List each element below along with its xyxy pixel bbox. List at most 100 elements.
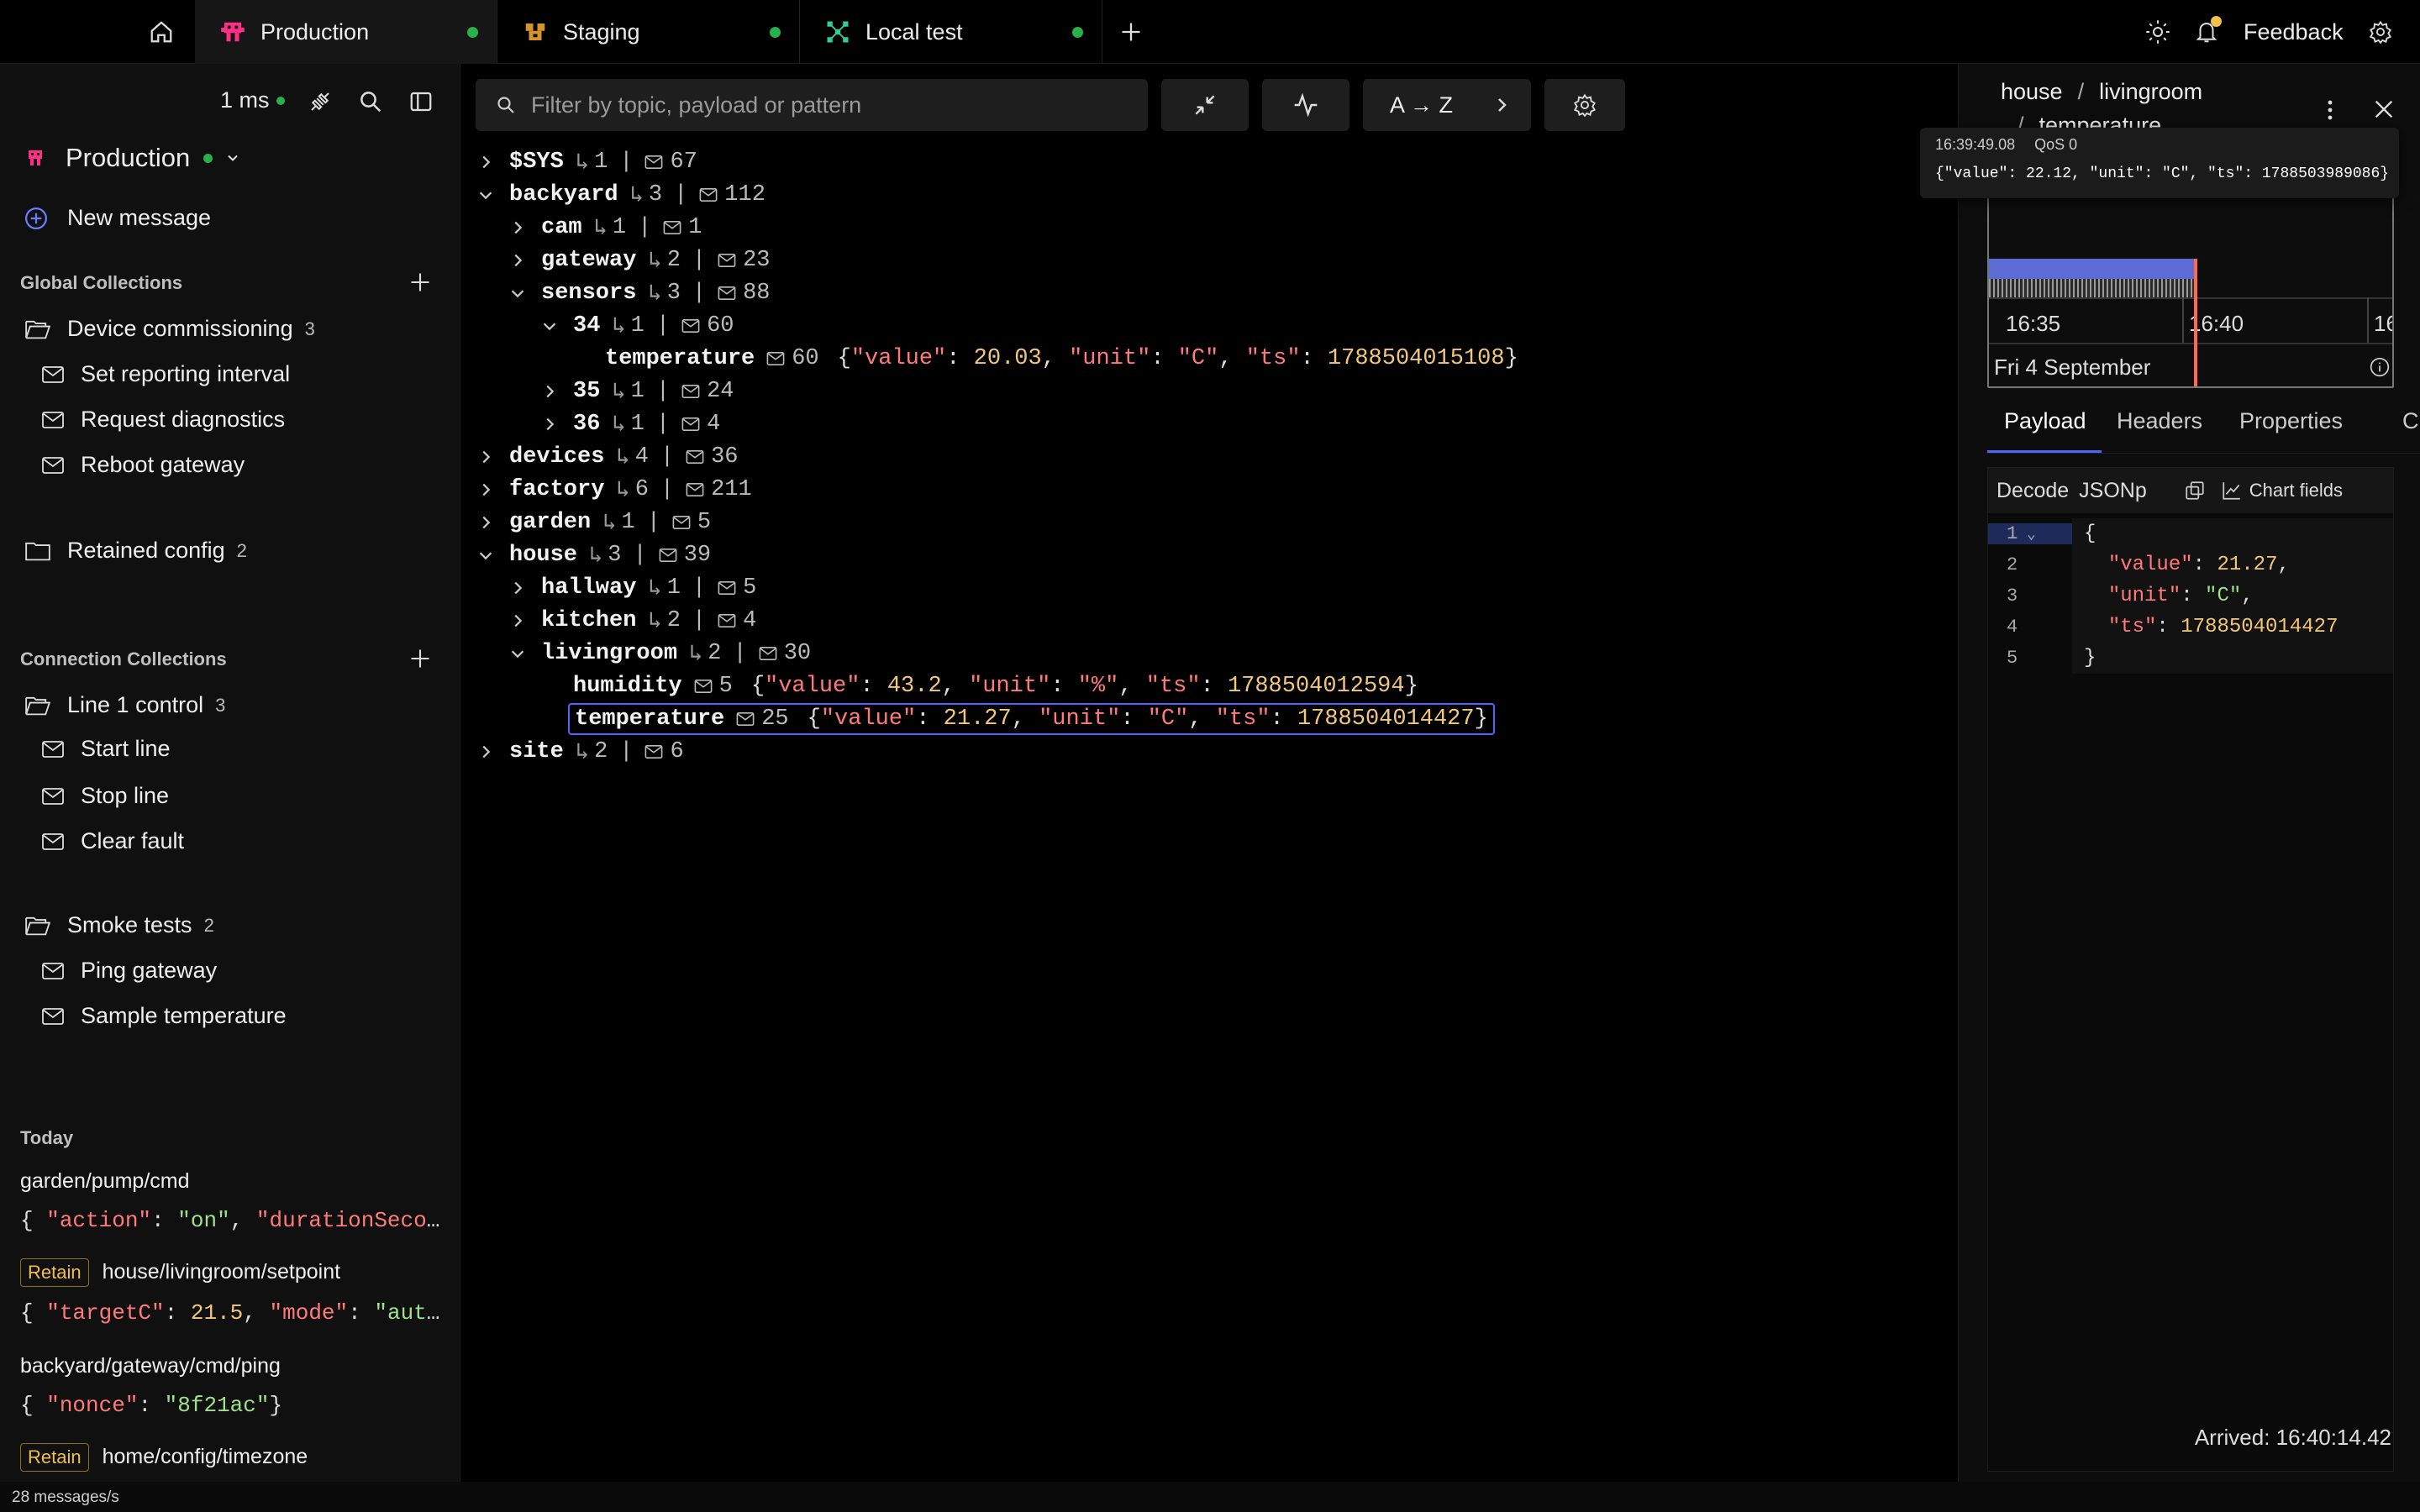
tree-settings-button[interactable] [1544,79,1625,131]
sidebar-toggle-icon[interactable] [408,89,434,114]
chevron-down-icon[interactable] [539,316,560,336]
settings-gear-icon[interactable] [2364,20,2397,44]
fold-chevron-icon[interactable]: ⌄ [2027,525,2036,543]
activity-button[interactable] [1262,79,1349,131]
chevron-right-icon[interactable] [508,250,528,270]
tree-node[interactable]: devices ↳ 4 | 36 [476,441,739,473]
chevron-right-icon[interactable] [476,152,496,172]
filter-search-box[interactable] [476,79,1148,131]
saved-message-item[interactable]: Start line [42,736,171,762]
saved-message-item[interactable]: Set reporting interval [42,361,290,387]
chevron-right-icon[interactable] [476,512,496,533]
saved-message-item[interactable]: Clear fault [42,828,184,854]
collapse-all-button[interactable] [1161,79,1249,131]
tab-headers[interactable]: Headers [2117,408,2202,434]
chevron-right-icon[interactable] [508,611,528,631]
tree-node[interactable]: cam ↳ 1 | 1 [508,212,702,244]
tree-node[interactable]: 35 ↳ 1 | 24 [539,375,734,407]
timeline-current-marker[interactable] [2194,259,2197,386]
saved-message-item[interactable]: Stop line [42,783,169,809]
chevron-right-icon[interactable] [476,480,496,500]
chevron-right-icon[interactable] [476,742,496,762]
tree-node[interactable]: house ↳ 3 | 39 [476,539,711,571]
copy-icon[interactable] [2184,480,2206,501]
history-payload[interactable]: { "nonce": "8f21ac"} [20,1393,440,1418]
code-line: 5} [1988,643,2393,674]
new-message-button[interactable]: New message [24,205,211,231]
sort-button[interactable]: A → Z [1363,79,1531,131]
tab-properties[interactable]: Properties [2239,408,2343,434]
add-collection-icon[interactable] [408,647,432,670]
chevron-down-icon[interactable] [476,185,496,205]
tree-node[interactable]: kitchen ↳ 2 | 4 [508,605,756,637]
chart-fields-button[interactable]: Chart fields [2249,480,2343,501]
history-topic-row[interactable]: Retain house/livingroom/setpoint [20,1258,340,1287]
collection-retained-config[interactable]: Retained config 2 [25,538,247,564]
collection-line-1-control[interactable]: Line 1 control 3 [25,692,225,718]
add-collection-icon[interactable] [408,270,432,294]
tree-node[interactable]: temperature 60 {"value": 20.03, "unit": "C… [605,343,1518,375]
format-selector[interactable]: JSONp [2079,479,2147,503]
tree-node[interactable]: humidity 5 {"value": 43.2, "unit": "%", "t… [573,670,1418,702]
saved-message-item[interactable]: Reboot gateway [42,452,245,478]
payload-token: { [20,1208,47,1233]
tree-node[interactable]: sensors ↳ 3 | 88 [508,277,771,309]
tree-node[interactable]: backyard ↳ 3 | 112 [476,179,765,211]
close-icon[interactable] [2372,97,2396,121]
tree-node[interactable]: factory ↳ 6 | 211 [476,474,752,506]
tree-node-selected[interactable]: temperature 25 {"value": 21.27, "unit": "C… [568,703,1495,735]
tree-node[interactable]: hallway ↳ 1 | 5 [508,572,756,604]
tree-node[interactable]: site ↳ 2 | 6 [476,736,684,768]
sun-icon[interactable] [2141,19,2175,45]
info-icon[interactable] [2369,356,2391,378]
history-payload[interactable]: { "targetC": 21.5, "mode": "auto" } [20,1300,440,1326]
count-separator: | [638,215,652,240]
history-topic[interactable]: garden/pump/cmd [20,1169,190,1194]
tree-node-name: temperature [575,706,725,732]
search-icon[interactable] [358,89,383,114]
collection-device-commissioning[interactable]: Device commissioning 3 [25,316,315,342]
breadcrumb-segment[interactable]: house [2001,79,2063,105]
chevron-right-icon[interactable] [476,447,496,467]
tree-node[interactable]: garden ↳ 1 | 5 [476,507,711,538]
payload-code[interactable]: 1 ⌄{2 "value": 21.27, 3 "unit": "C", 4 "ts"… [1988,513,2393,674]
more-vertical-icon[interactable] [2320,97,2340,123]
chevron-down-icon[interactable] [508,643,528,664]
home-icon[interactable] [145,17,178,47]
breadcrumb-segment[interactable]: livingroom [2099,79,2202,105]
chevron-down-icon[interactable] [476,545,496,565]
history-payload[interactable]: { "action": "on", "durationSeconds": 300… [20,1208,440,1233]
breadcrumb-segment[interactable]: temperature [2039,113,2162,129]
history-topic-row[interactable]: Retain home/config/timezone [20,1443,308,1472]
saved-message-item[interactable]: Request diagnostics [42,407,285,433]
saved-message-item[interactable]: Ping gateway [42,958,217,984]
payload-token: , [1011,706,1039,732]
tab-more[interactable]: C [2402,408,2419,434]
tree-node[interactable]: 36 ↳ 1 | 4 [539,408,720,440]
payload-token: "nonce" [46,1393,139,1418]
payload-token: : [2192,554,2217,576]
tree-node[interactable]: gateway ↳ 2 | 23 [508,244,771,276]
chevron-right-icon[interactable] [508,218,528,238]
tree-node[interactable]: livingroom ↳ 2 | 30 [508,638,811,669]
chevron-right-icon[interactable] [508,578,528,598]
chevron-down-icon[interactable] [508,283,528,303]
add-tab-icon[interactable] [1114,17,1148,47]
connection-selector[interactable]: Production [25,143,241,173]
tab-local-test[interactable]: Local test [800,0,1102,64]
chevron-right-icon[interactable] [539,414,560,434]
collection-smoke-tests[interactable]: Smoke tests 2 [25,912,214,938]
tree-node[interactable]: $SYS ↳ 1 | 67 [476,146,697,178]
tab-payload[interactable]: Payload [2004,408,2086,434]
chevron-right-icon[interactable] [539,381,560,402]
filter-input[interactable] [531,92,1119,118]
feedback-button[interactable]: Feedback [2244,19,2344,45]
tree-node[interactable]: 34 ↳ 1 | 60 [539,310,734,342]
disconnect-plug-icon[interactable] [308,89,333,114]
saved-message-item[interactable]: Sample temperature [42,1003,287,1029]
tab-staging[interactable]: Staging [497,0,800,64]
history-topic[interactable]: backyard/gateway/cmd/ping [20,1354,281,1378]
tree-node-counts: ↳ 1 | 60 [612,312,734,340]
bell-icon[interactable] [2190,16,2223,45]
tab-production[interactable]: Production [195,0,497,64]
